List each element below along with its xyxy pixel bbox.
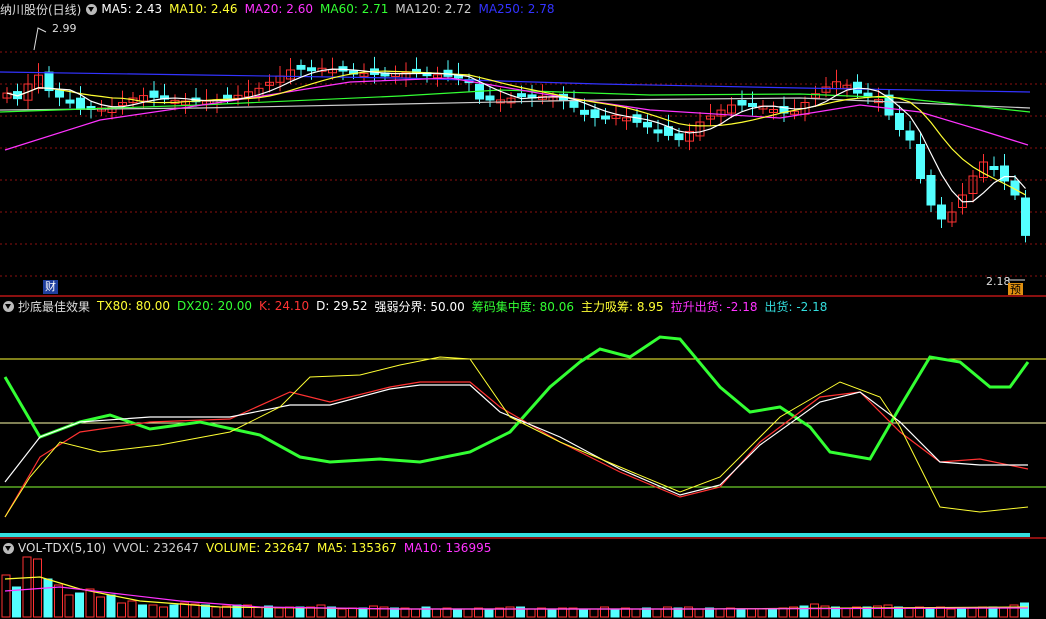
high-price-label: 2.99 xyxy=(52,22,77,35)
candle-body xyxy=(989,166,999,170)
volume-bar xyxy=(610,608,620,618)
candle-body xyxy=(601,115,610,120)
candle-body xyxy=(937,204,946,220)
volume-bar xyxy=(348,607,357,618)
volume-bar xyxy=(463,608,473,618)
volume-bar xyxy=(75,592,84,618)
volume-bar xyxy=(358,607,368,618)
candle-body xyxy=(296,64,306,70)
chip-concentration-line xyxy=(3,335,1030,464)
candle-body xyxy=(653,129,663,134)
volume-bar xyxy=(337,608,347,618)
volume-bar xyxy=(747,608,756,618)
volume-bar xyxy=(799,605,809,618)
candle-body xyxy=(223,94,232,99)
volume-bar xyxy=(946,608,956,618)
candle-body xyxy=(307,67,316,72)
volume-bar xyxy=(652,608,662,618)
volume-bar xyxy=(159,606,168,618)
volume-bar xyxy=(43,578,53,618)
price-chart[interactable] xyxy=(0,0,1046,295)
volume-bar xyxy=(211,606,221,618)
volume-bar xyxy=(54,584,63,618)
volume-bar xyxy=(12,586,21,618)
vol-ma5-line xyxy=(4,576,1029,610)
volume-chart[interactable] xyxy=(0,539,1046,619)
volume-bar xyxy=(810,603,819,618)
volume-bar xyxy=(285,606,294,618)
volume-bar xyxy=(957,607,966,618)
volume-bar xyxy=(85,588,95,618)
candle-body xyxy=(485,95,495,101)
candle-body xyxy=(149,90,159,98)
volume-bar xyxy=(190,603,200,618)
volume-bar xyxy=(526,608,536,618)
volume-bar xyxy=(274,607,284,618)
candle-body xyxy=(76,97,85,109)
candle-body xyxy=(895,113,904,130)
candle-body xyxy=(65,99,75,104)
candle-body xyxy=(590,109,600,119)
volume-bar xyxy=(484,608,494,618)
volume-bar xyxy=(106,594,116,618)
volume-bar xyxy=(768,608,777,618)
volume-bar xyxy=(201,604,210,618)
candle-body xyxy=(643,121,652,128)
volume-bar xyxy=(694,608,704,618)
volume-bar xyxy=(148,604,158,618)
candle-body xyxy=(55,90,64,98)
indicator-chart[interactable] xyxy=(0,297,1046,537)
price-panel[interactable]: 纳川股份(日线) MA5: 2.43 MA10: 2.46 MA20: 2.60… xyxy=(0,0,1046,297)
volume-bar xyxy=(96,596,105,618)
volume-bar xyxy=(316,604,326,618)
candle-body xyxy=(905,130,915,141)
volume-bar xyxy=(967,607,977,618)
d-line xyxy=(4,384,1028,496)
candle-body xyxy=(737,100,747,106)
volume-bar xyxy=(1020,602,1029,618)
volume-bar xyxy=(547,608,557,618)
candle-body xyxy=(674,133,684,141)
candle-body xyxy=(580,109,589,115)
candle-body xyxy=(1021,197,1030,236)
volume-bar xyxy=(1,574,11,618)
candle-body xyxy=(916,144,925,179)
volume-bar xyxy=(64,594,74,618)
volume-bar xyxy=(589,608,599,618)
volume-bar xyxy=(138,604,147,618)
high-marker-line xyxy=(33,27,47,51)
volume-bar xyxy=(925,607,935,618)
candle-body xyxy=(517,93,526,98)
volume-bar xyxy=(127,600,137,618)
volume-bar xyxy=(117,602,126,618)
finance-tag[interactable]: 财 xyxy=(43,280,58,294)
volume-bar xyxy=(579,608,588,618)
volume-bar xyxy=(631,608,641,618)
candle-body xyxy=(748,103,757,107)
volume-bar xyxy=(369,605,378,618)
volume-bar xyxy=(22,556,32,618)
volume-bar xyxy=(453,608,462,618)
volume-bar xyxy=(169,604,179,618)
main-absorb-line xyxy=(4,356,1029,518)
volume-bar xyxy=(432,608,441,618)
volume-bar xyxy=(841,607,851,618)
volume-bar xyxy=(411,608,420,618)
volume-bar xyxy=(253,606,263,618)
volume-bar xyxy=(904,607,914,618)
volume-bar xyxy=(883,604,893,618)
candle-body xyxy=(926,175,936,206)
volume-bar xyxy=(715,608,725,618)
volume-bar xyxy=(757,608,767,618)
volume-panel[interactable]: VOL-TDX(5,10) VVOL: 232647 VOLUME: 23264… xyxy=(0,539,1046,619)
candle-body xyxy=(569,99,579,108)
volume-bar xyxy=(736,608,746,618)
indicator-panel[interactable]: 抄底最佳效果 TX80: 80.00 DX20: 20.00 K: 24.10 … xyxy=(0,297,1046,537)
volume-bar xyxy=(999,607,1008,618)
